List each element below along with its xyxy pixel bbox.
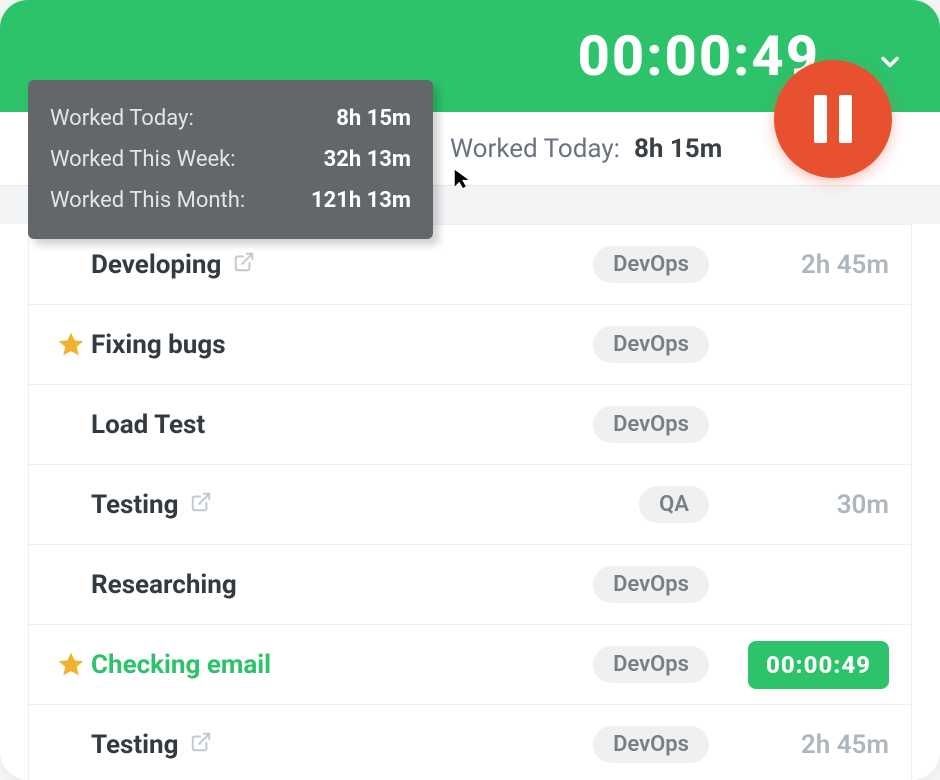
tooltip-row-today: Worked Today: 8h 15m (50, 98, 411, 139)
task-title[interactable]: Fixing bugs (91, 330, 593, 360)
task-title-text: Testing (91, 490, 178, 520)
worked-tooltip: Worked Today: 8h 15m Worked This Week: 3… (28, 80, 433, 239)
task-title[interactable]: Checking email (91, 650, 593, 680)
task-row[interactable]: Testing QA 30m (29, 464, 911, 544)
task-row[interactable]: Fixing bugs DevOps (29, 304, 911, 384)
tooltip-row-month: Worked This Month: 121h 13m (50, 180, 411, 221)
task-title-text: Developing (91, 250, 221, 280)
task-title-text: Checking email (91, 650, 271, 680)
task-title[interactable]: Developing (91, 250, 593, 280)
external-link-icon[interactable] (190, 730, 212, 760)
task-title[interactable]: Testing (91, 730, 593, 760)
star-icon[interactable] (51, 650, 91, 680)
task-title[interactable]: Testing (91, 490, 639, 520)
tooltip-value: 8h 15m (336, 106, 411, 131)
app-window: 00:00:49 Worked Today: 8h 15m Developing… (0, 0, 940, 780)
external-link-icon[interactable] (190, 490, 212, 520)
task-row[interactable]: Testing DevOps 2h 45m (29, 704, 911, 780)
task-running-timer: 00:00:49 (739, 641, 889, 689)
tooltip-value: 121h 13m (311, 188, 411, 213)
task-title-text: Researching (91, 570, 237, 600)
task-tag[interactable]: DevOps (593, 646, 709, 683)
tooltip-label: Worked This Week: (50, 147, 236, 172)
task-title-text: Load Test (91, 410, 205, 440)
task-title-text: Fixing bugs (91, 330, 226, 360)
task-duration: 2h 45m (739, 250, 889, 280)
task-tag[interactable]: DevOps (593, 726, 709, 763)
task-tag[interactable]: QA (639, 486, 709, 523)
task-row[interactable]: Load Test DevOps (29, 384, 911, 464)
star-icon[interactable] (51, 330, 91, 360)
chevron-down-icon[interactable] (876, 48, 904, 76)
task-tag[interactable]: DevOps (593, 406, 709, 443)
task-row[interactable]: Checking email DevOps 00:00:49 (29, 624, 911, 704)
tooltip-label: Worked Today: (50, 106, 194, 131)
cursor-icon (452, 168, 474, 190)
task-duration: 30m (739, 490, 889, 520)
task-row[interactable]: Researching DevOps (29, 544, 911, 624)
summary-value: 8h 15m (634, 134, 722, 164)
tooltip-label: Worked This Month: (50, 188, 245, 213)
task-title[interactable]: Researching (91, 570, 593, 600)
task-tag[interactable]: DevOps (593, 566, 709, 603)
tooltip-value: 32h 13m (324, 147, 411, 172)
task-list: DevelopingDevOps2h 45mFixing bugsDevOpsL… (28, 224, 912, 780)
task-title-text: Testing (91, 730, 178, 760)
pause-icon (814, 95, 852, 143)
summary-label: Worked Today: (450, 134, 620, 164)
task-title[interactable]: Load Test (91, 410, 593, 440)
task-duration: 2h 45m (739, 730, 889, 760)
main-timer: 00:00:49 (578, 23, 820, 89)
task-tag[interactable]: DevOps (593, 326, 709, 363)
task-tag[interactable]: DevOps (593, 246, 709, 283)
tooltip-row-week: Worked This Week: 32h 13m (50, 139, 411, 180)
external-link-icon[interactable] (233, 250, 255, 280)
pause-button[interactable] (774, 60, 892, 178)
